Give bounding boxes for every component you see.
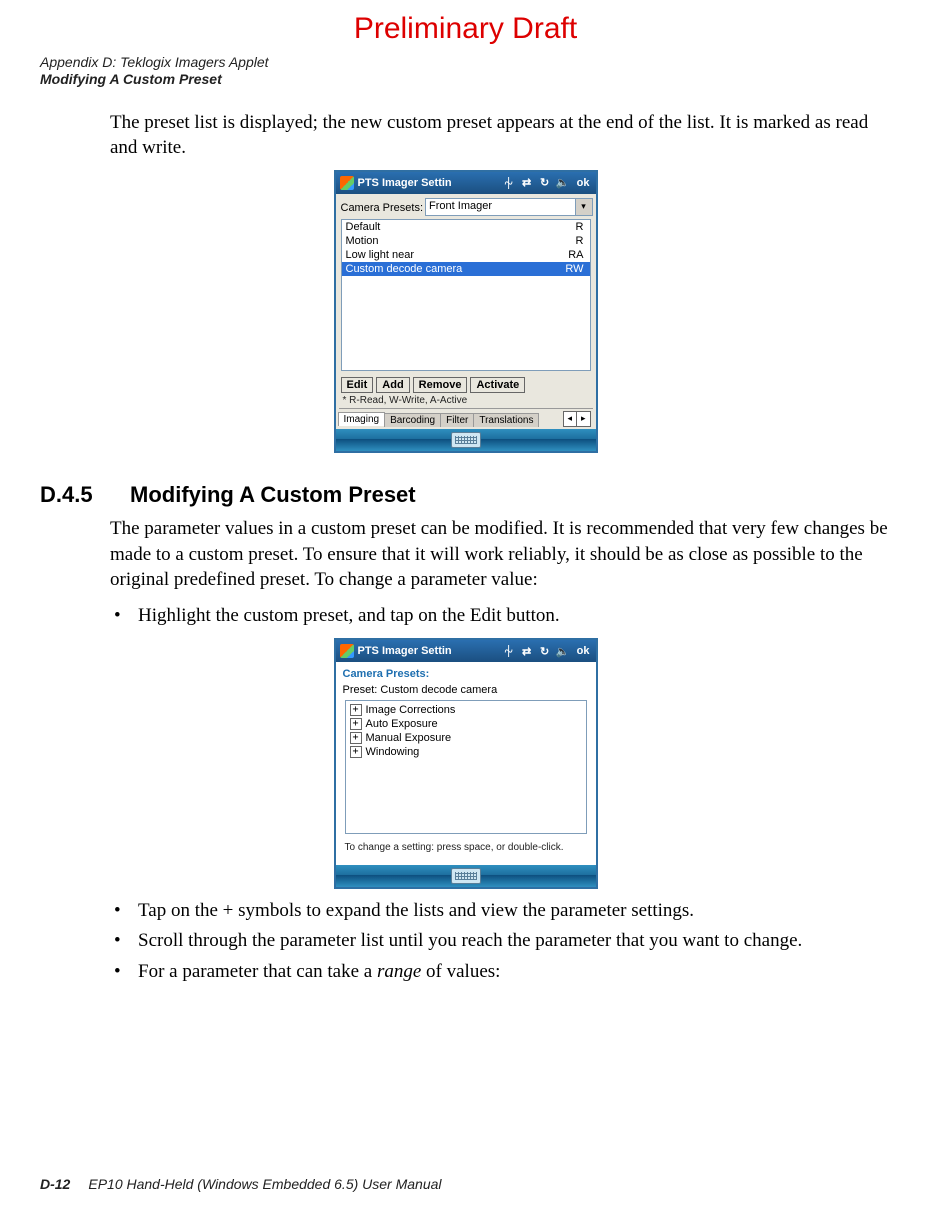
screenshot-edit-preset: PTS Imager Settin ⏆ ⇄ ↻ 🔈 ok Camera Pres…: [335, 639, 597, 888]
sync-icon: ↻: [539, 645, 551, 657]
bullet-list: Tap on the + symbols to expand the lists…: [110, 898, 891, 986]
preset-name: Default: [346, 221, 381, 233]
watermark: Preliminary Draft: [40, 12, 891, 46]
connectivity-icon: ⇄: [521, 177, 533, 189]
preset-name-label: Preset: Custom decode camera: [339, 682, 593, 700]
bullet-item: Tap on the + symbols to expand the lists…: [110, 898, 891, 925]
sync-icon: ↻: [539, 177, 551, 189]
section-number: D.4.5: [40, 482, 130, 508]
ok-button[interactable]: ok: [575, 177, 592, 189]
start-flag-icon: [340, 644, 354, 658]
bullet-item: For a parameter that can take a range of…: [110, 959, 891, 986]
parameter-tree[interactable]: + Image Corrections + Auto Exposure + Ma…: [345, 700, 587, 834]
camera-presets-combo[interactable]: Front Imager: [425, 198, 574, 216]
tree-item[interactable]: + Image Corrections: [348, 703, 584, 717]
header-appendix: Appendix D: Teklogix Imagers Applet: [40, 54, 891, 71]
tab-translations[interactable]: Translations: [473, 413, 539, 427]
tree-item[interactable]: + Windowing: [348, 745, 584, 759]
screenshot-preset-list: PTS Imager Settin ⏆ ⇄ ↻ 🔈 ok Camera Pres…: [335, 171, 597, 452]
signal-icon: ⏆: [503, 177, 515, 189]
signal-icon: ⏆: [503, 645, 515, 657]
bullet-text-em: range: [377, 961, 421, 982]
tree-item[interactable]: + Auto Exposure: [348, 717, 584, 731]
button-bar: Edit Add Remove Activate: [339, 375, 593, 395]
expand-icon[interactable]: +: [350, 732, 362, 744]
tree-label: Windowing: [366, 746, 420, 758]
list-item[interactable]: Low light near RA: [342, 248, 590, 262]
camera-presets-header: Camera Presets:: [339, 664, 593, 682]
running-header: Appendix D: Teklogix Imagers Applet Modi…: [40, 54, 891, 88]
bullet-text-suffix: of values:: [421, 961, 500, 982]
header-section: Modifying A Custom Preset: [40, 71, 891, 88]
hint-text: To change a setting: press space, or dou…: [339, 838, 593, 865]
start-flag-icon: [340, 176, 354, 190]
tab-filter[interactable]: Filter: [440, 413, 474, 427]
taskbar: [336, 865, 596, 887]
chevron-left-icon[interactable]: ◂: [564, 412, 578, 426]
camera-presets-label: Camera Presets:: [339, 200, 424, 214]
edit-button[interactable]: Edit: [341, 377, 374, 393]
tray-icons: ⏆ ⇄ ↻ 🔈 ok: [503, 645, 592, 657]
manual-title: EP10 Hand-Held (Windows Embedded 6.5) Us…: [88, 1176, 441, 1192]
bullet-text-prefix: For a parameter that can take a: [138, 961, 377, 982]
window-title: PTS Imager Settin: [358, 177, 452, 189]
bullet-item: Scroll through the parameter list until …: [110, 928, 891, 955]
add-button[interactable]: Add: [376, 377, 409, 393]
intro-paragraph: The preset list is displayed; the new cu…: [110, 110, 891, 161]
bullet-item: Highlight the custom preset, and tap on …: [110, 603, 891, 630]
preset-flag: RW: [565, 263, 583, 275]
expand-icon[interactable]: +: [350, 704, 362, 716]
list-item[interactable]: Default R: [342, 220, 590, 234]
section-title: Modifying A Custom Preset: [130, 482, 416, 507]
preset-flag: R: [576, 221, 584, 233]
connectivity-icon: ⇄: [521, 645, 533, 657]
section-heading: D.4.5Modifying A Custom Preset: [40, 482, 891, 508]
keyboard-icon[interactable]: [451, 432, 481, 448]
preset-name: Custom decode camera: [346, 263, 463, 275]
tab-scroll[interactable]: ◂ ▸: [563, 411, 591, 427]
preset-flag: R: [576, 235, 584, 247]
tree-label: Image Corrections: [366, 704, 456, 716]
tab-barcoding[interactable]: Barcoding: [384, 413, 441, 427]
window-title: PTS Imager Settin: [358, 645, 452, 657]
volume-icon: 🔈: [557, 177, 569, 189]
page-footer: D-12 EP10 Hand-Held (Windows Embedded 6.5…: [40, 1176, 442, 1192]
list-item-selected[interactable]: Custom decode camera RW: [342, 262, 590, 276]
keyboard-icon[interactable]: [451, 868, 481, 884]
expand-icon[interactable]: +: [350, 746, 362, 758]
list-item[interactable]: Motion R: [342, 234, 590, 248]
tree-item[interactable]: + Manual Exposure: [348, 731, 584, 745]
preset-flag: RA: [568, 249, 583, 261]
page-number: D-12: [40, 1176, 70, 1192]
bullet-list: Highlight the custom preset, and tap on …: [110, 603, 891, 630]
titlebar: PTS Imager Settin ⏆ ⇄ ↻ 🔈 ok: [336, 640, 596, 662]
section-paragraph: The parameter values in a custom preset …: [110, 516, 891, 593]
tab-imaging[interactable]: Imaging: [338, 412, 386, 426]
preset-listbox[interactable]: Default R Motion R Low light near RA Cus…: [341, 219, 591, 371]
titlebar: PTS Imager Settin ⏆ ⇄ ↻ 🔈 ok: [336, 172, 596, 194]
tree-label: Auto Exposure: [366, 718, 438, 730]
preset-name: Motion: [346, 235, 379, 247]
tray-icons: ⏆ ⇄ ↻ 🔈 ok: [503, 177, 592, 189]
chevron-down-icon[interactable]: ▾: [575, 198, 593, 216]
remove-button[interactable]: Remove: [413, 377, 468, 393]
chevron-right-icon[interactable]: ▸: [577, 412, 590, 426]
preset-name: Low light near: [346, 249, 415, 261]
activate-button[interactable]: Activate: [470, 377, 525, 393]
tree-label: Manual Exposure: [366, 732, 452, 744]
ok-button[interactable]: ok: [575, 645, 592, 657]
tab-bar: Imaging Barcoding Filter Translations ◂ …: [339, 408, 593, 429]
taskbar: [336, 429, 596, 451]
expand-icon[interactable]: +: [350, 718, 362, 730]
legend-text: * R-Read, W-Write, A-Active: [339, 395, 593, 408]
volume-icon: 🔈: [557, 645, 569, 657]
